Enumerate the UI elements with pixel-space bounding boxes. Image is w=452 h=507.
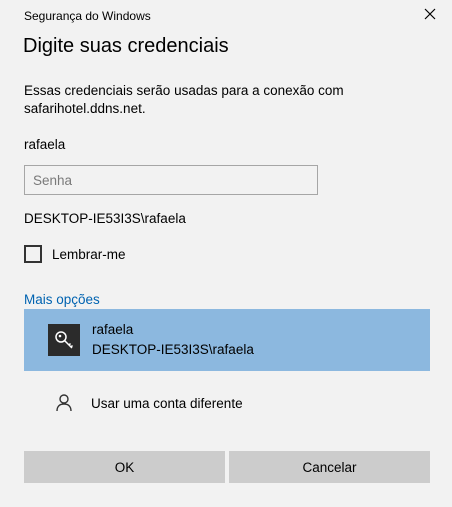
remember-me-checkbox[interactable]: Lembrar-me [24, 245, 126, 263]
ok-button[interactable]: OK [24, 451, 225, 483]
username-label: rafaela [24, 137, 66, 152]
person-icon [55, 393, 73, 413]
more-options-link[interactable]: Mais opções [24, 292, 100, 307]
use-different-account[interactable]: Usar uma conta diferente [24, 384, 430, 422]
window-title: Segurança do Windows [24, 9, 151, 23]
key-icon [48, 324, 80, 356]
cancel-button[interactable]: Cancelar [229, 451, 430, 483]
credentials-dialog: Segurança do Windows Digite suas credenc… [0, 0, 452, 507]
close-button[interactable] [418, 5, 442, 27]
remember-me-label: Lembrar-me [52, 246, 126, 262]
account-text: rafaela DESKTOP-IE53I3S\rafaela [92, 320, 254, 360]
close-icon [424, 7, 436, 25]
account-item-rafaela[interactable]: rafaela DESKTOP-IE53I3S\rafaela [24, 309, 430, 371]
checkbox-box[interactable] [24, 245, 42, 263]
dialog-heading: Digite suas credenciais [23, 35, 229, 57]
password-field[interactable] [24, 165, 318, 195]
dialog-description: Essas credenciais serão usadas para a co… [24, 83, 344, 116]
account-domain: DESKTOP-IE53I3S\rafaela [92, 342, 254, 357]
use-different-account-label: Usar uma conta diferente [91, 395, 243, 411]
account-name: rafaela [92, 322, 134, 337]
domain-user-label: DESKTOP-IE53I3S\rafaela [24, 211, 186, 226]
